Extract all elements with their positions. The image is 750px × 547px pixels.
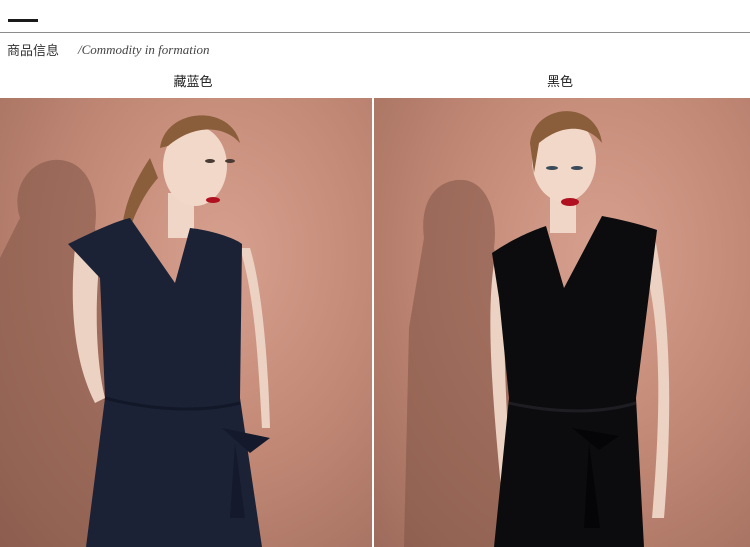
model-illustration-black: [404, 111, 670, 547]
section-title-en: /Commodity in formation: [78, 42, 210, 57]
section-title-cn: 商品信息: [7, 44, 60, 59]
variant-label-navy: 藏蓝色: [173, 75, 213, 90]
variant-label-black: 黑色: [546, 75, 574, 90]
header-divider: [0, 32, 750, 33]
product-photo-black: [374, 98, 750, 547]
header-accent-bar: [8, 19, 38, 22]
model-illustration-navy: [0, 115, 270, 547]
product-photo-navy: [0, 98, 372, 547]
